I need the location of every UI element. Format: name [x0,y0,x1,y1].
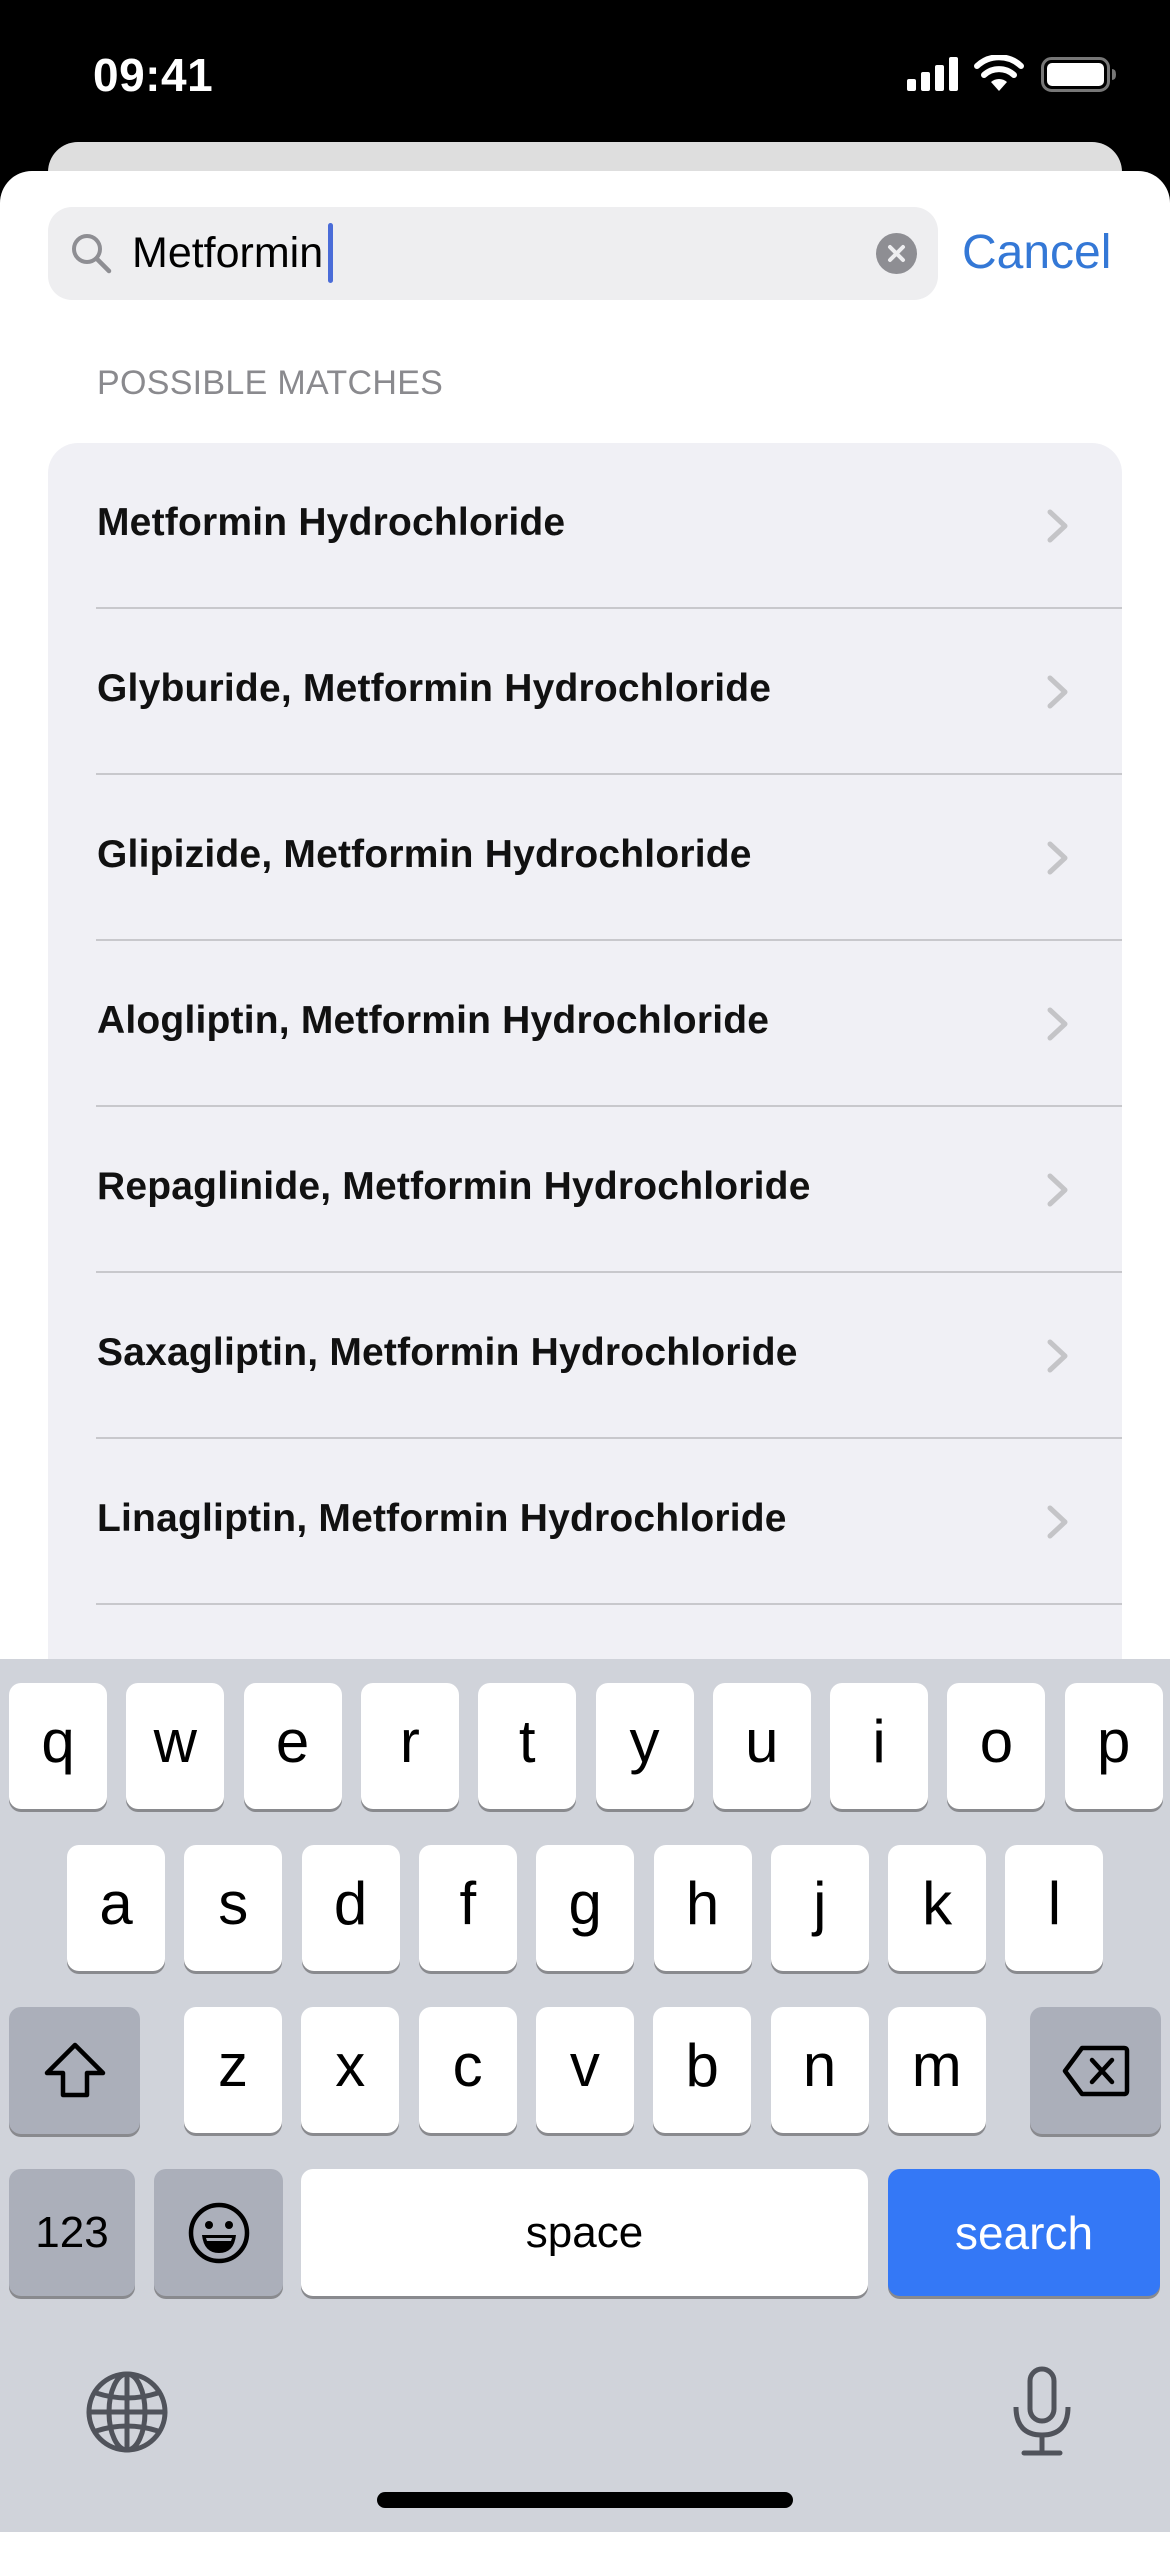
list-item-label: Metformin Hydrochloride [97,501,566,544]
key-z[interactable]: z [184,2007,282,2133]
battery-icon [1041,57,1116,92]
key-i[interactable]: i [830,1683,929,1809]
key-l[interactable]: l [1005,1845,1104,1971]
list-item-label: Saxagliptin, Metformin Hydrochloride [97,1331,798,1374]
list-item[interactable]: Alogliptin, Metformin Hydrochloride [48,941,1122,1107]
key-n[interactable]: n [770,2007,869,2133]
key-w[interactable]: w [126,1683,225,1809]
search-key[interactable]: search [888,2169,1160,2296]
key-o[interactable]: o [947,1683,1046,1809]
numbers-key[interactable]: 123 [9,2169,135,2296]
separator [96,1603,1122,1605]
results-list: Metformin Hydrochloride Glyburide, Metfo… [48,443,1122,1743]
key-b[interactable]: b [653,2007,752,2133]
chevron-right-icon [1047,675,1068,709]
key-f[interactable]: f [418,1845,517,1971]
key-v[interactable]: v [535,2007,634,2133]
chevron-right-icon [1047,509,1068,543]
emoji-icon [188,2202,249,2263]
chevron-right-icon [1047,1007,1068,1041]
chevron-right-icon [1047,1339,1068,1373]
delete-icon [1062,2045,1129,2096]
search-input[interactable] [132,220,832,286]
list-item[interactable]: Repaglinide, Metformin Hydrochloride [48,1107,1122,1273]
key-m[interactable]: m [887,2007,986,2133]
mic-icon[interactable] [1010,2365,1074,2459]
key-y[interactable]: y [595,1683,694,1809]
key-c[interactable]: c [418,2007,517,2133]
close-icon [888,245,905,262]
key-p[interactable]: p [1064,1683,1163,1809]
key-r[interactable]: r [360,1683,459,1809]
section-header: POSSIBLE MATCHES [97,364,444,402]
text-cursor [328,223,333,283]
key-t[interactable]: t [478,1683,577,1809]
cancel-button[interactable]: Cancel [962,225,1111,280]
shift-key[interactable] [9,2007,140,2134]
emoji-key[interactable] [154,2169,283,2296]
delete-key[interactable] [1030,2007,1161,2134]
chevron-right-icon [1047,1173,1068,1207]
clear-search-button[interactable] [876,233,917,274]
chevron-right-icon [1047,1505,1068,1539]
wifi-icon [974,55,1024,91]
key-u[interactable]: u [712,1683,811,1809]
list-item[interactable]: Glyburide, Metformin Hydrochloride [48,609,1122,775]
key-x[interactable]: x [301,2007,400,2133]
key-s[interactable]: s [184,1845,283,1971]
cellular-signal-icon [907,57,958,91]
shift-icon [44,2042,105,2097]
space-key[interactable]: space [301,2169,868,2296]
key-e[interactable]: e [243,1683,342,1809]
list-item-label: Glipizide, Metformin Hydrochloride [97,833,752,876]
list-item[interactable]: Metformin Hydrochloride [48,443,1122,609]
chevron-right-icon [1047,841,1068,875]
list-item[interactable]: Glipizide, Metformin Hydrochloride [48,775,1122,941]
globe-icon[interactable] [84,2369,170,2455]
key-a[interactable]: a [67,1845,165,1971]
home-indicator [377,2492,793,2508]
status-time: 09:41 [93,49,214,101]
list-item-label: Alogliptin, Metformin Hydrochloride [97,999,770,1042]
list-item-label: Glyburide, Metformin Hydrochloride [97,667,772,710]
key-q[interactable]: q [9,1683,107,1809]
key-g[interactable]: g [536,1845,635,1971]
list-item[interactable]: Saxagliptin, Metformin Hydrochloride [48,1273,1122,1439]
key-h[interactable]: h [653,1845,752,1971]
search-icon [72,234,112,274]
key-j[interactable]: j [770,1845,869,1971]
key-d[interactable]: d [301,1845,400,1971]
list-item[interactable]: Linagliptin, Metformin Hydrochloride [48,1439,1122,1605]
key-k[interactable]: k [888,1845,987,1971]
list-item-label: Repaglinide, Metformin Hydrochloride [97,1165,811,1208]
list-item-label: Linagliptin, Metformin Hydrochloride [97,1497,787,1540]
